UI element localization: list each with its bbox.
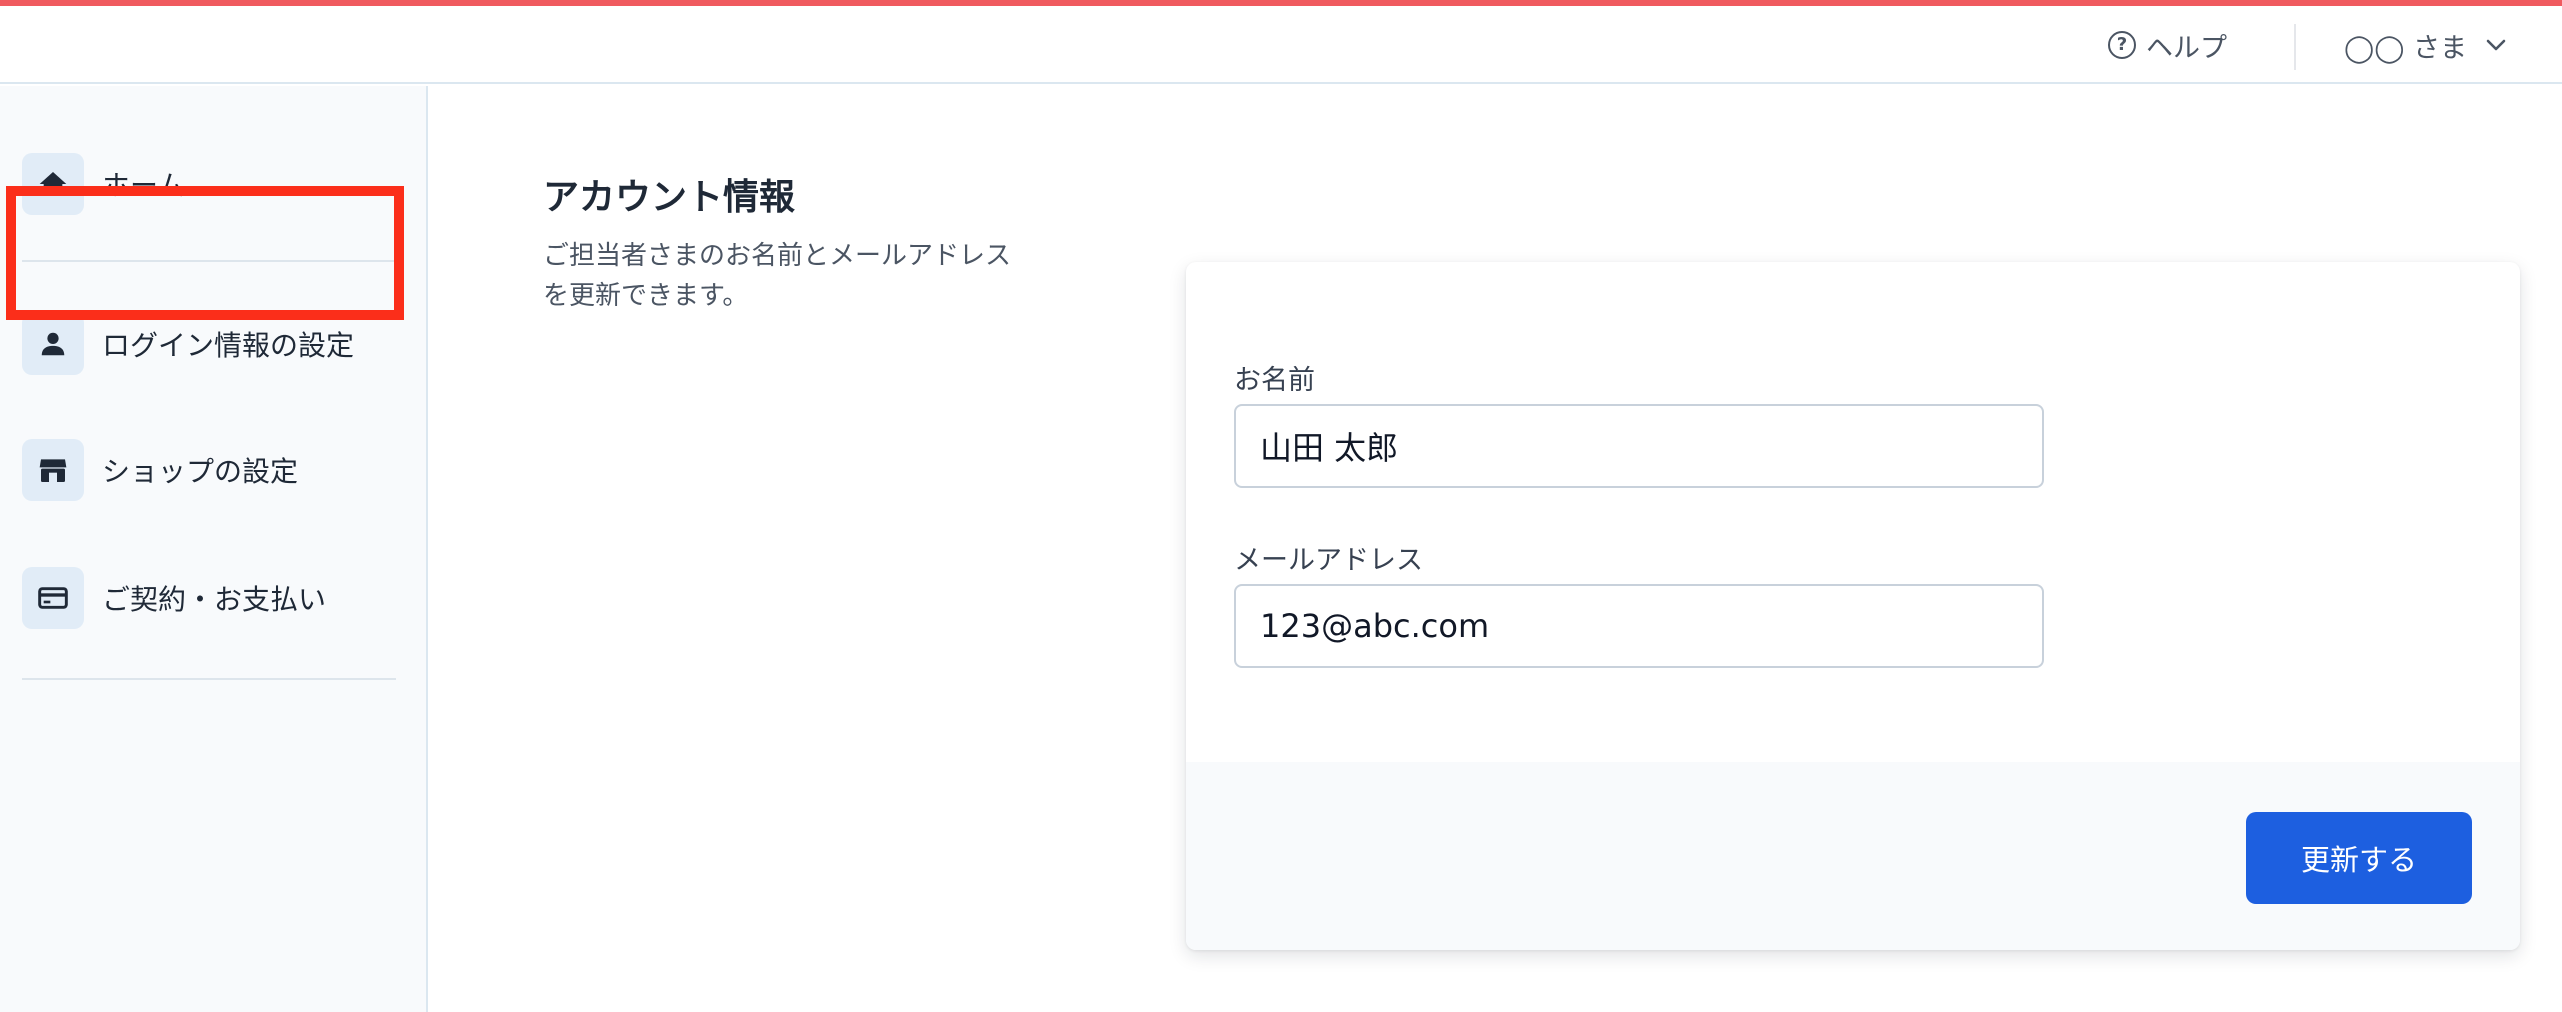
sidebar-item-login-settings[interactable]: ログイン情報の設定: [22, 312, 402, 376]
sidebar-divider: [22, 260, 396, 262]
user-menu[interactable]: ◯◯ さま: [2344, 28, 2511, 64]
update-button[interactable]: 更新する: [2246, 812, 2472, 904]
sidebar: ホーム ログイン情報の設定 ショップの設定 ご契約・お支払い: [0, 86, 428, 1012]
page-description: ご担当者さまのお名前とメールアドレスを更新できます。: [543, 241, 1012, 311]
sidebar-item-billing[interactable]: ご契約・お支払い: [22, 566, 402, 630]
user-icon: [22, 313, 84, 375]
page-title: アカウント情報: [543, 177, 796, 218]
sidebar-item-label: ご契約・お支払い: [102, 583, 327, 616]
user-name: ◯◯ さま: [2344, 32, 2468, 64]
name-label: お名前: [1234, 365, 1315, 396]
account-form-card: お名前 メールアドレス 更新する: [1186, 262, 2520, 950]
sidebar-item-label: ログイン情報の設定: [102, 329, 355, 362]
email-label: メールアドレス: [1234, 545, 1423, 576]
sidebar-item-label: ショップの設定: [102, 455, 299, 488]
header-divider: [2294, 24, 2296, 70]
chevron-down-icon: [2481, 30, 2511, 60]
sidebar-item-home[interactable]: ホーム: [22, 152, 402, 216]
sidebar-divider: [22, 678, 396, 680]
sidebar-item-label: ホーム: [102, 169, 186, 202]
app-header: ? ヘルプ ◯◯ さま: [0, 6, 2562, 84]
help-link[interactable]: ? ヘルプ: [2108, 28, 2227, 64]
sidebar-item-shop-settings[interactable]: ショップの設定: [22, 438, 402, 502]
help-circle-icon: ?: [2108, 31, 2136, 59]
home-icon: [22, 153, 84, 215]
store-icon: [22, 439, 84, 501]
name-input[interactable]: [1234, 404, 2044, 488]
help-label: ヘルプ: [2146, 32, 2227, 64]
email-input[interactable]: [1234, 584, 2044, 668]
credit-card-icon: [22, 567, 84, 629]
